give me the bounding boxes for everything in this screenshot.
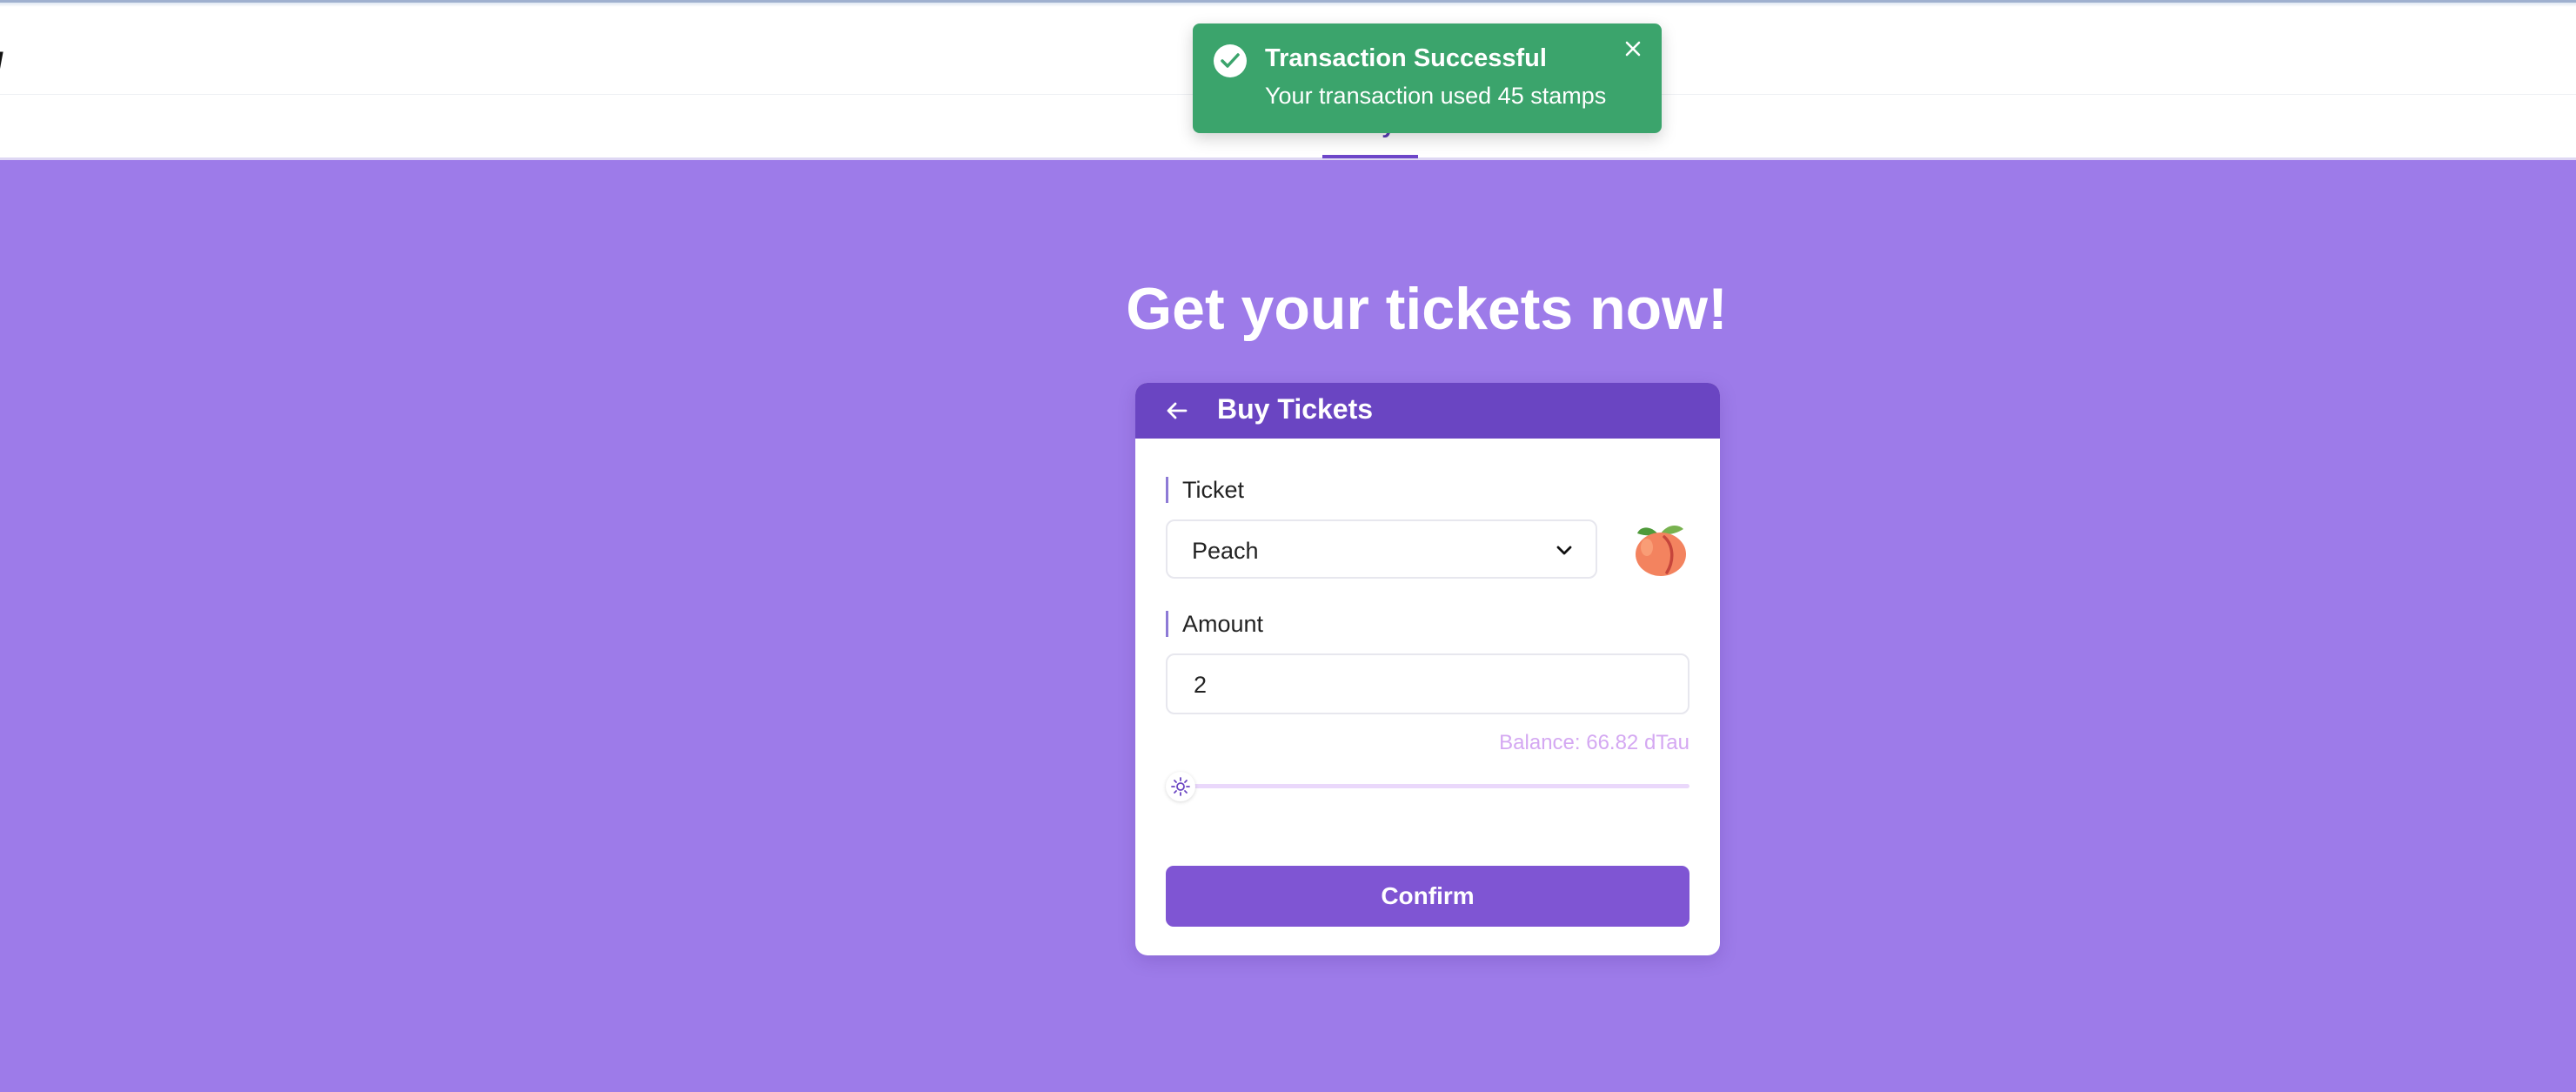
active-tab-indicator (1322, 155, 1418, 158)
confirm-button[interactable]: Confirm (1166, 866, 1689, 927)
sun-icon (1171, 777, 1190, 796)
slider-thumb[interactable] (1166, 772, 1195, 801)
amount-input[interactable]: 2 (1166, 653, 1689, 714)
peach-icon (1631, 520, 1690, 579)
back-arrow-icon[interactable] (1163, 397, 1191, 425)
toast-title: Transaction Successful (1265, 44, 1547, 72)
card-header: Buy Tickets (1135, 383, 1720, 439)
amount-slider[interactable] (1166, 771, 1689, 801)
chevron-down-icon (1556, 546, 1572, 555)
amount-label: Amount (1166, 611, 1263, 637)
balance-text: Balance: 66.82 dTau (1499, 731, 1689, 754)
brand-logo-fragment[interactable]: / (0, 46, 3, 83)
card-title: Buy Tickets (1217, 393, 1374, 425)
amount-value: 2 (1194, 672, 1208, 698)
page-title: Get your tickets now! (1126, 275, 1728, 342)
check-circle-icon (1214, 44, 1247, 77)
toast-message: Your transaction used 45 stamps (1265, 83, 1607, 109)
ticket-select[interactable]: Peach (1166, 519, 1597, 579)
success-toast: Transaction Successful Your transaction … (1193, 23, 1662, 133)
top-border (0, 0, 2576, 7)
ticket-selected-value: Peach (1192, 538, 1259, 564)
toast-close-button[interactable] (1620, 36, 1646, 62)
buy-tickets-card: Buy Tickets Ticket Peach Amount 2 Balanc… (1135, 383, 1720, 955)
close-icon (1625, 41, 1641, 57)
ticket-label: Ticket (1166, 477, 1244, 503)
slider-track (1181, 784, 1689, 788)
